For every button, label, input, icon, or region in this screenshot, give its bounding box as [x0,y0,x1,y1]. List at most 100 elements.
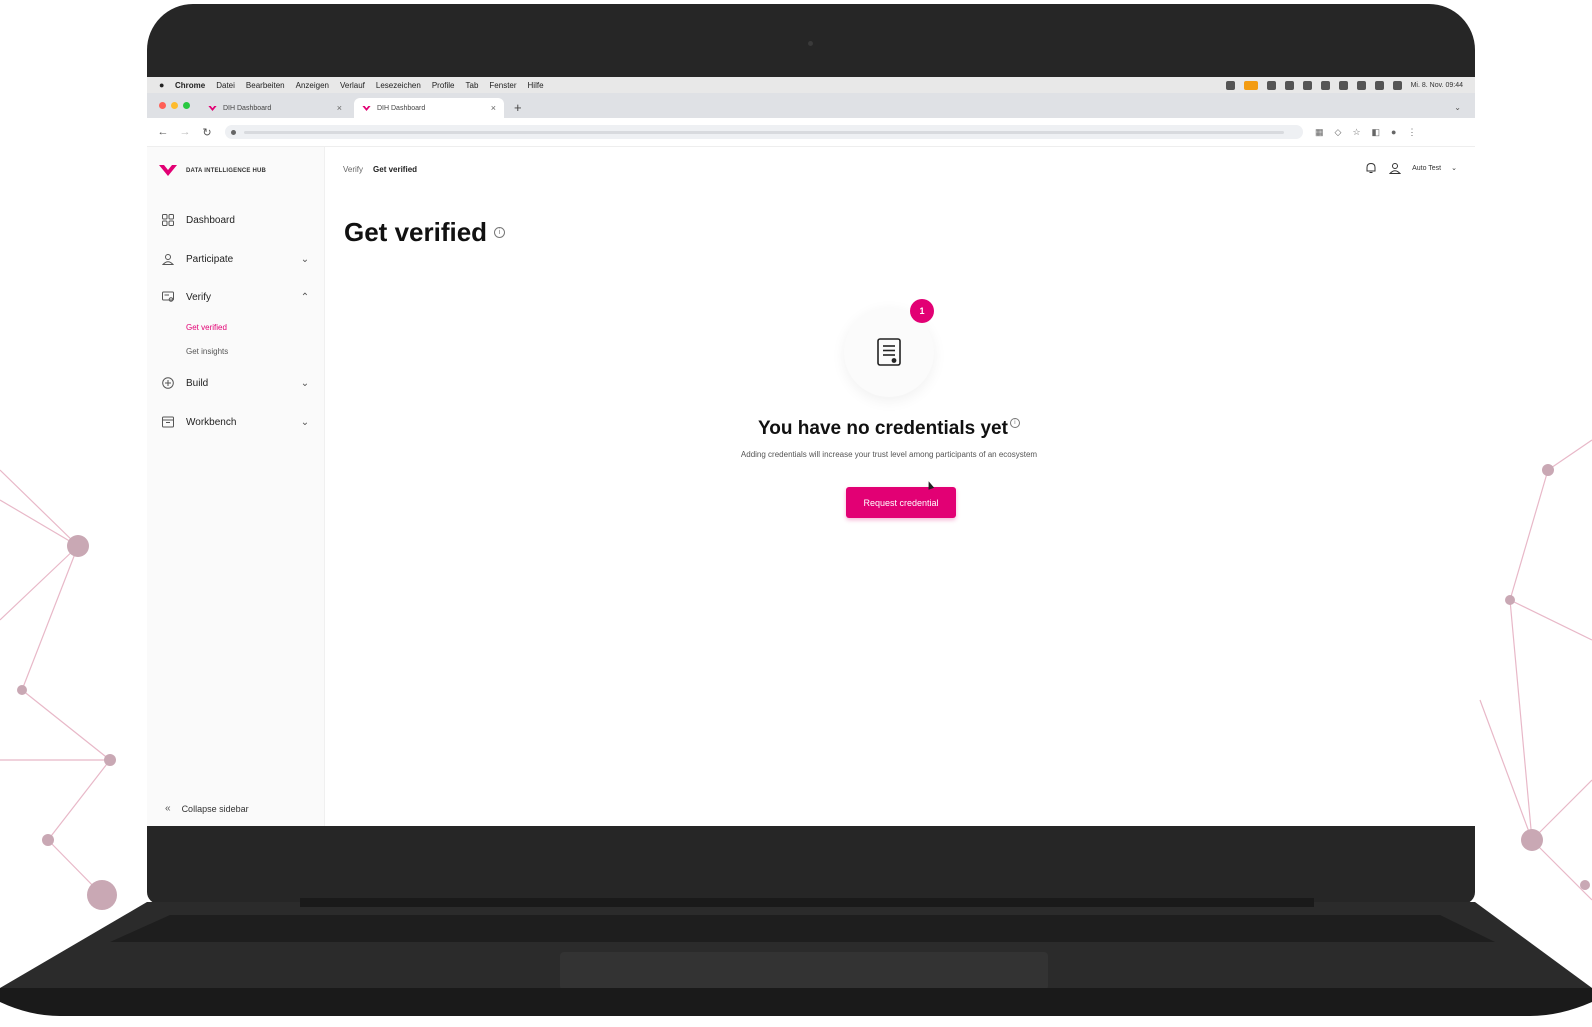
marketing-stage: ● Chrome Datei Bearbeiten Anzeigen Verla… [0,0,1592,1027]
double-chevron-left-icon: « [165,803,171,814]
laptop-screen: ● Chrome Datei Bearbeiten Anzeigen Verla… [147,77,1475,826]
control-center-icon[interactable] [1392,80,1402,90]
menu-item[interactable]: Fenster [489,81,516,90]
browser-tabbar: DIH Dashboard × DIH Dashboard × + ⌄ [147,93,1475,118]
empty-state-title: You have no credentials yet i [687,418,1091,440]
menubar-status-area: Mi. 8. Nov. 09:44 [1225,80,1475,90]
zoom-window-icon[interactable] [183,102,190,109]
sidebar-item-workbench[interactable]: Workbench ⌄ [161,412,311,432]
info-icon[interactable]: i [1009,418,1020,428]
status-icon[interactable] [1284,80,1294,90]
sidebar-item-label: Verify [186,291,212,303]
collapse-sidebar-button[interactable]: « Collapse sidebar [165,803,249,814]
menu-item[interactable]: Bearbeiten [246,81,285,90]
menu-item[interactable]: Anzeigen [296,81,329,90]
browser-tab[interactable]: DIH Dashboard × [200,98,350,118]
wifi-icon[interactable] [1374,80,1384,90]
site-info-icon[interactable] [231,129,236,135]
macos-menubar: ● Chrome Datei Bearbeiten Anzeigen Verla… [147,77,1475,93]
status-icon[interactable] [1243,80,1258,90]
menu-item[interactable]: Profile [432,81,455,90]
sidebar-item-label: Dashboard [186,214,235,226]
menu-item[interactable]: Tab [466,81,479,90]
breadcrumb-item[interactable]: Verify [343,165,363,174]
apple-icon[interactable]: ● [159,80,169,90]
person-icon [161,252,175,266]
notification-badge: 1 [910,299,934,323]
empty-state-title-text: You have no credentials yet [758,418,1008,439]
header-actions: Auto Test ⌄ [1364,161,1457,175]
brand-logo-icon [362,105,371,111]
profile-icon[interactable]: ● [1391,127,1396,138]
chevron-up-icon[interactable]: ⌃ [299,292,311,303]
address-bar[interactable] [225,125,1303,139]
toolbar-icons: ▦ ◇ ☆ ◧ ● ⋮ [1315,127,1416,138]
tab-close-icon[interactable]: × [337,103,342,113]
url-text [244,130,1284,134]
sidebar-item-label: Workbench [186,416,237,428]
empty-state-description: Adding credentials will increase your tr… [740,450,1038,459]
brand-logo[interactable]: DATA INTELLIGENCE HUB [159,165,266,176]
menu-item[interactable]: Hilfe [528,81,544,90]
reload-icon[interactable]: ↻ [201,126,213,139]
brand-name: DATA INTELLIGENCE HUB [186,167,267,174]
new-tab-button[interactable]: + [514,100,522,115]
sidebar-item-label: Participate [186,253,234,265]
translate-icon[interactable]: ▦ [1315,127,1324,138]
breadcrumb: Verify Get verified [343,165,417,174]
brand-logo-icon [159,165,177,176]
browser-tab-active[interactable]: DIH Dashboard × [354,98,504,118]
certificate-icon [161,290,175,304]
chevron-down-icon[interactable]: ⌄ [1451,164,1457,172]
menubar-clock[interactable]: Mi. 8. Nov. 09:44 [1411,82,1463,89]
status-icon[interactable] [1266,80,1276,90]
user-name[interactable]: Auto Test [1412,165,1441,172]
sidebar-item-dashboard[interactable]: Dashboard [161,210,311,230]
bookmark-star-icon[interactable]: ☆ [1352,127,1360,138]
chevron-down-icon[interactable]: ⌄ [299,417,311,428]
tab-label: DIH Dashboard [377,104,426,112]
back-icon[interactable]: ← [157,126,169,138]
tab-search-icon[interactable]: ⌄ [1454,103,1461,112]
collapse-sidebar-label: Collapse sidebar [181,803,249,814]
request-credential-button[interactable]: Request credential [846,487,956,518]
sidepanel-icon[interactable]: ◧ [1372,127,1381,138]
window-controls [147,102,200,118]
browser-toolbar: ← → ↻ ▦ ◇ ☆ ◧ ● ⋮ [147,118,1475,147]
status-icon[interactable] [1338,80,1348,90]
menu-item[interactable]: Lesezeichen [376,81,421,90]
minimize-window-icon[interactable] [171,102,178,109]
close-window-icon[interactable] [159,102,166,109]
status-icon[interactable] [1320,80,1330,90]
menu-item[interactable]: Datei [216,81,235,90]
workbench-icon [161,415,175,429]
chevron-down-icon[interactable]: ⌄ [299,378,311,389]
breadcrumb-current: Get verified [373,165,418,174]
sidebar-item-verify[interactable]: Verify ⌃ [161,287,311,307]
sidebar: DATA INTELLIGENCE HUB Dashboard Particip… [147,147,325,826]
tab-close-icon[interactable]: × [491,103,496,113]
status-icon[interactable] [1356,80,1366,90]
tab-label: DIH Dashboard [223,104,272,112]
bell-icon[interactable] [1364,161,1378,175]
webcam [808,41,813,46]
share-icon[interactable]: ◇ [1335,127,1342,138]
status-icon[interactable] [1225,80,1235,90]
plus-circle-icon [161,376,175,390]
menu-item[interactable]: Verlauf [340,81,365,90]
laptop-keyboard-deck [0,898,1592,1016]
sidebar-subitem-get-verified[interactable]: Get verified [186,323,227,332]
user-icon[interactable] [1388,161,1402,175]
sidebar-item-build[interactable]: Build ⌄ [161,373,311,393]
forward-icon[interactable]: → [179,126,191,138]
grid-icon [161,213,175,227]
info-icon[interactable]: i [494,227,506,238]
brand-logo-icon [208,105,217,111]
status-icon[interactable] [1302,80,1312,90]
web-app: DATA INTELLIGENCE HUB Dashboard Particip… [147,147,1475,826]
chevron-down-icon[interactable]: ⌄ [299,254,311,265]
browser-menu-icon[interactable]: ⋮ [1407,127,1416,138]
sidebar-item-participate[interactable]: Participate ⌄ [161,249,311,269]
menu-app-name[interactable]: Chrome [175,81,205,90]
sidebar-subitem-get-insights[interactable]: Get insights [186,347,228,356]
